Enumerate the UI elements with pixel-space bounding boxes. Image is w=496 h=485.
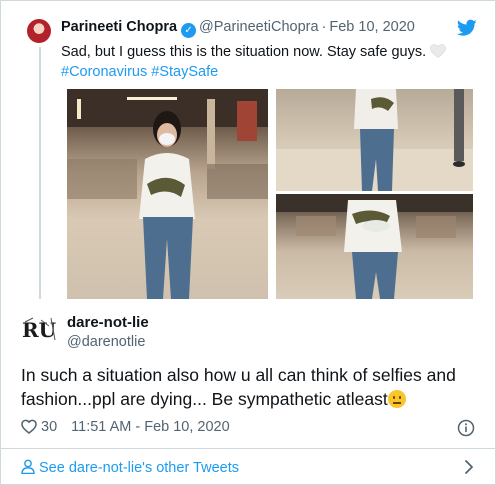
verified-badge-icon: ✓ [181, 23, 197, 38]
like-count[interactable]: 30 [41, 419, 57, 435]
thread-connector-line [39, 47, 41, 299]
quoted-author-handle[interactable]: @ParineetiChopra [199, 19, 319, 35]
twitter-bird-icon[interactable] [457, 19, 477, 37]
photo-2[interactable] [276, 89, 473, 191]
photo-2-image [276, 89, 473, 191]
quoted-tweet-date[interactable]: Feb 10, 2020 [329, 19, 414, 35]
photo-1[interactable] [67, 89, 268, 299]
tweet-text: In such a situation also how u all can t… [21, 363, 481, 411]
info-circle-icon[interactable] [457, 419, 475, 437]
see-other-tweets-label[interactable]: See dare-not-lie's other Tweets [39, 460, 239, 476]
avatar-logo-text: RU [22, 318, 56, 342]
heart-outline-icon[interactable] [21, 419, 37, 434]
white-heart-emoji [430, 44, 446, 58]
tweet-meta: 30 11:51 AM - Feb 10, 2020 [21, 419, 230, 435]
photo-1-image [67, 89, 268, 299]
photo-3-image [276, 194, 473, 299]
author-avatar[interactable]: RU [21, 314, 59, 344]
neutral-face-emoji [387, 390, 406, 408]
quoted-tweet-text: Sad, but I guess this is the situation n… [61, 42, 471, 82]
author-handle[interactable]: @darenotlie [67, 334, 145, 350]
quoted-tweet-header: Parineeti Chopra ✓ @ParineetiChopra · Feb 10… [61, 19, 415, 38]
author-name[interactable]: dare-not-lie [67, 314, 149, 331]
see-other-tweets-link[interactable]: See dare-not-lie's other Tweets [21, 459, 239, 476]
embedded-tweet-card: Parineeti Chopra ✓ @ParineetiChopra · Feb 10… [0, 0, 496, 485]
divider [1, 448, 495, 449]
person-icon [21, 459, 35, 474]
photo-3[interactable] [276, 194, 473, 299]
hashtag-link[interactable]: #Coronavirus [61, 64, 147, 80]
quoted-author-avatar[interactable] [27, 19, 51, 43]
photo-grid [67, 89, 473, 299]
chevron-right-icon[interactable] [463, 459, 475, 475]
date-separator: · [321, 19, 327, 35]
tweet-timestamp[interactable]: 11:51 AM - Feb 10, 2020 [71, 419, 230, 435]
quoted-tweet-body: Sad, but I guess this is the situation n… [61, 44, 427, 60]
quoted-author-name[interactable]: Parineeti Chopra [61, 19, 177, 35]
hashtag-link[interactable]: #StaySafe [151, 64, 218, 80]
